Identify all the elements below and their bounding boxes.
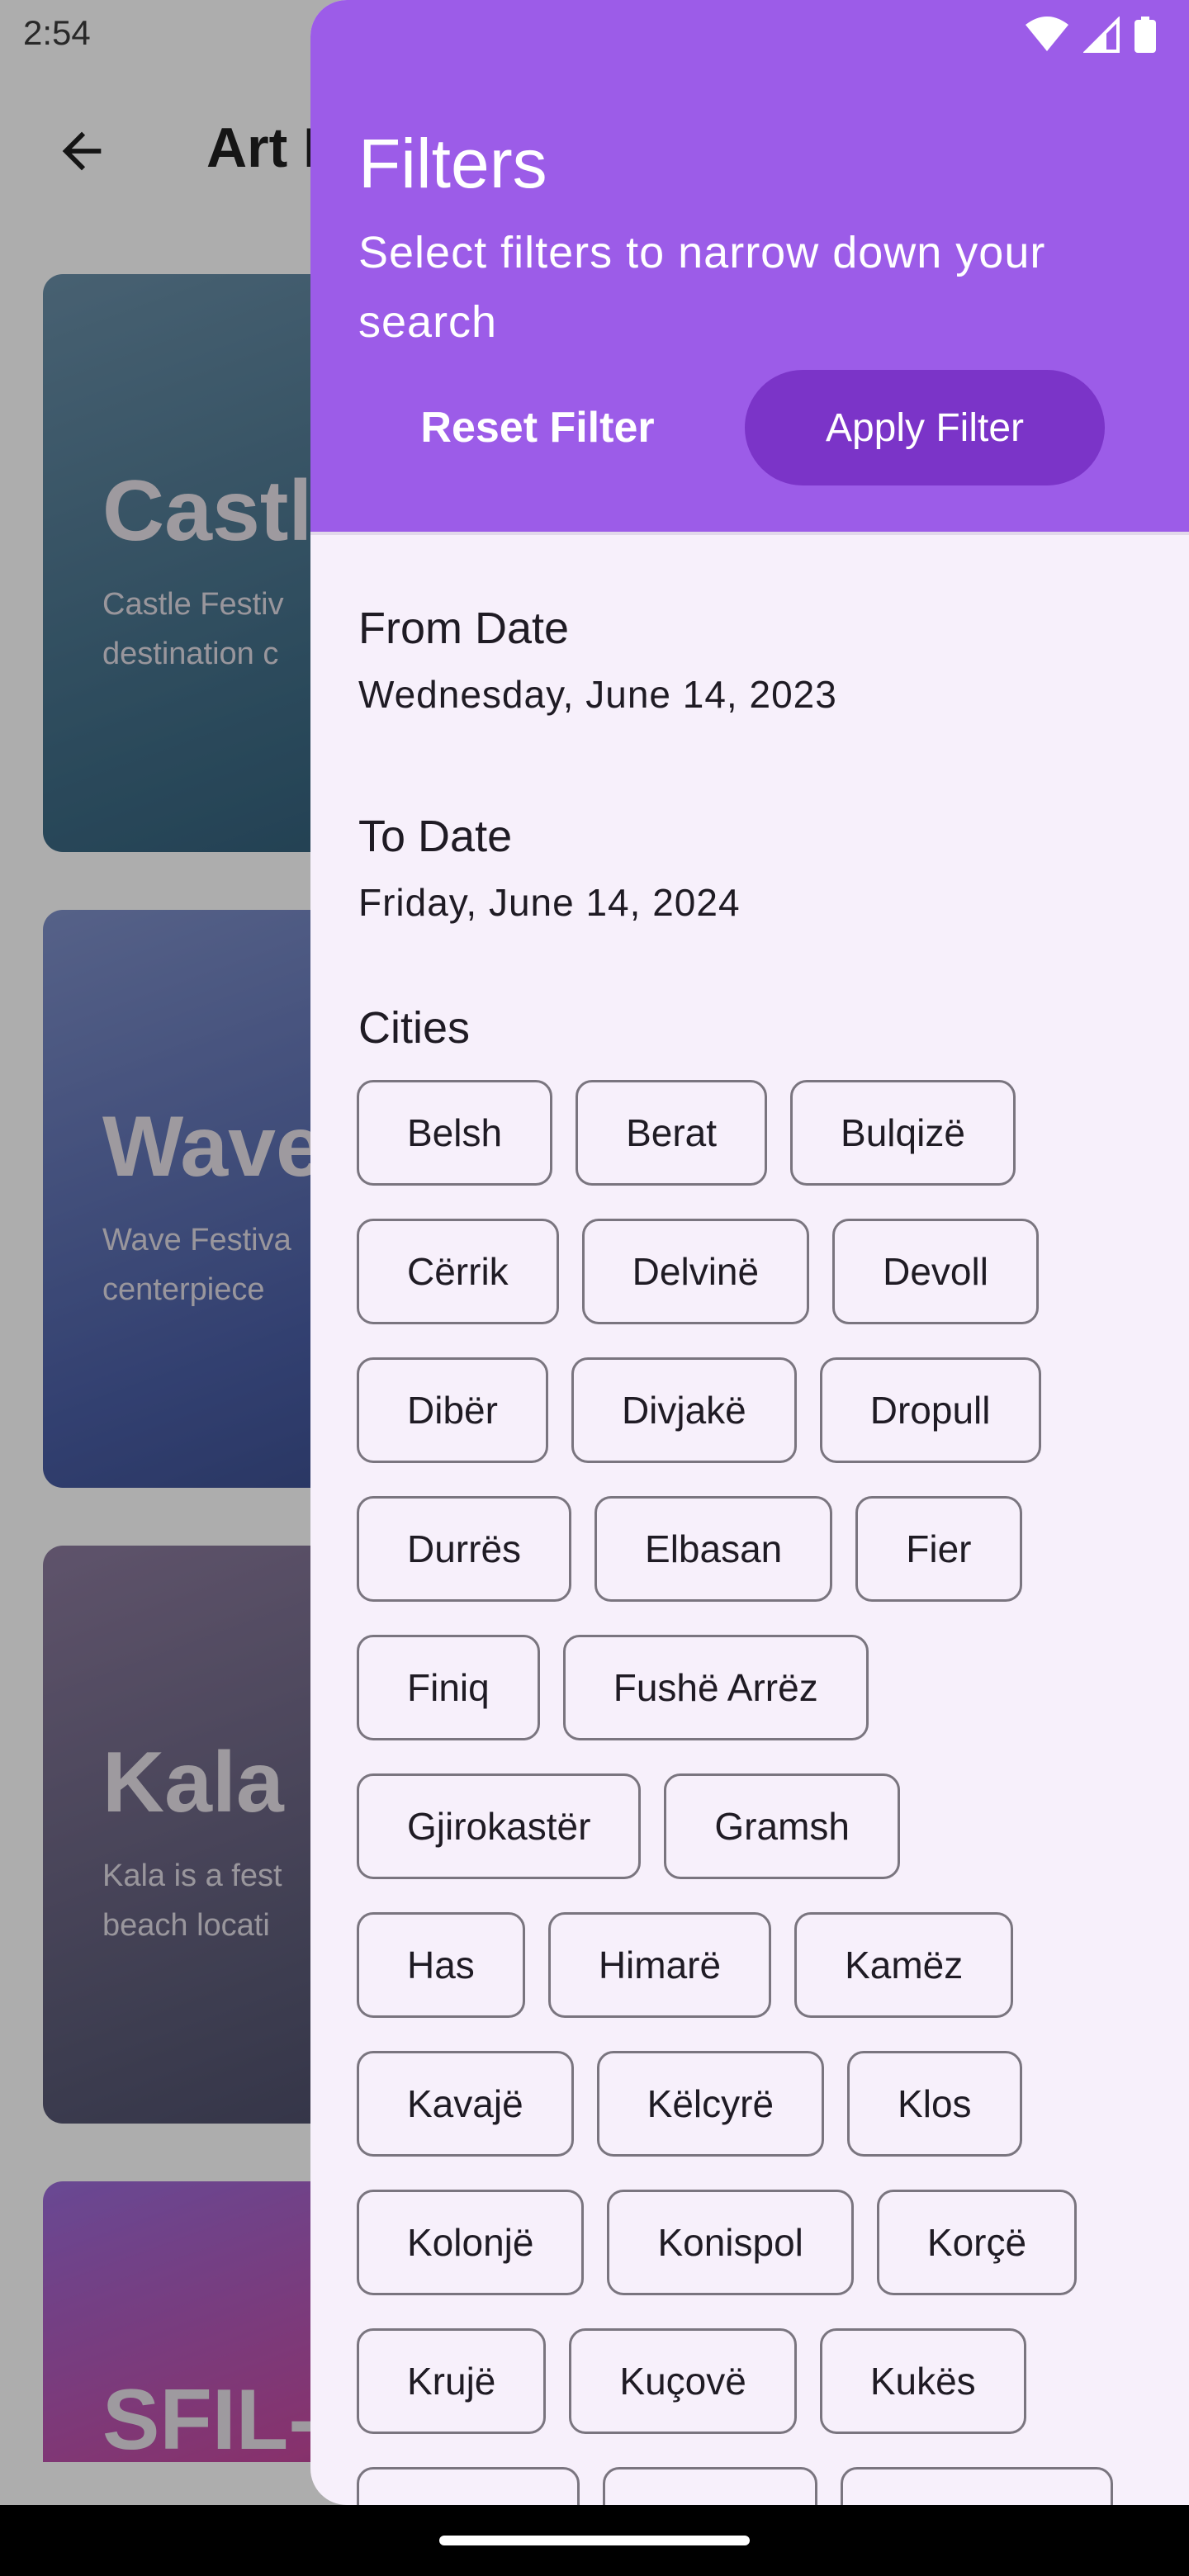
city-chip-row: Krujë Kuçovë Kukës [357,2328,1149,2437]
city-chip[interactable]: Divjakë [571,1357,797,1463]
city-chip-row: Kolonjë Konispol Korçë [357,2190,1149,2299]
city-chip[interactable]: Elbasan [594,1496,833,1602]
city-chip[interactable]: Berat [576,1080,768,1186]
drawer-title: Filters [358,125,547,202]
wifi-icon [1026,17,1068,51]
city-chip-row: Finiq Fushë Arrëz [357,1635,1149,1744]
divider [310,532,1189,535]
city-chip[interactable]: Këlcyrë [596,2051,825,2157]
city-chip[interactable]: Devoll [832,1219,1039,1324]
city-chip[interactable]: Gjirokastër [357,1773,642,1879]
city-chip-row: Durrës Elbasan Fier [357,1496,1149,1605]
to-date-value[interactable]: Friday, June 14, 2024 [358,880,741,925]
battery-icon [1135,17,1156,53]
city-chip[interactable]: Cërrik [357,1219,559,1324]
from-date-value[interactable]: Wednesday, June 14, 2023 [358,672,837,717]
city-chip[interactable]: Belsh [357,1080,553,1186]
apply-filter-button[interactable]: Apply Filter [745,370,1105,485]
city-chip[interactable] [841,2467,1113,2505]
city-chip[interactable]: Himarë [547,1912,772,2018]
city-chip[interactable]: Kolonjë [357,2190,585,2295]
city-chip[interactable]: Kuçovë [569,2328,797,2434]
city-chip[interactable]: Kukës [819,2328,1026,2434]
city-chip[interactable]: Konispol [607,2190,854,2295]
city-chip[interactable]: Delvinë [581,1219,810,1324]
city-chip-row: Belsh Berat Bulqizë [357,1080,1149,1189]
city-chip[interactable]: Finiq [357,1635,540,1740]
to-date-label: To Date [358,812,513,861]
city-chip[interactable] [357,2467,580,2505]
city-chip-row [357,2467,1149,2505]
city-chip[interactable]: Krujë [357,2328,547,2434]
city-chip-row: Dibër Divjakë Dropull [357,1357,1149,1466]
status-icons [1026,15,1156,54]
city-chip[interactable]: Dibër [357,1357,548,1463]
reset-filter-button[interactable]: Reset Filter [401,372,674,484]
city-chip-row: Cërrik Delvinë Devoll [357,1219,1149,1328]
cities-label: Cities [358,1003,471,1053]
drawer-header: Filters Select filters to narrow down yo… [310,0,1189,532]
city-chip[interactable]: Korçë [876,2190,1078,2295]
city-chip[interactable]: Bulqizë [790,1080,1016,1186]
home-handle[interactable] [439,2536,750,2545]
city-chip-row: Gjirokastër Gramsh [357,1773,1149,1882]
city-chip-row: Has Himarë Kamëz [357,1912,1149,2021]
filter-drawer: Filters Select filters to narrow down yo… [310,0,1189,2505]
from-date-label: From Date [358,604,570,653]
city-chip-group: Belsh Berat Bulqizë Cërrik Delvinë Devoll Dibë… [357,1080,1149,2505]
city-chip[interactable]: Klos [847,2051,1022,2157]
city-chip[interactable]: Fier [855,1496,1022,1602]
city-chip-row: Kavajë Këlcyrë Klos [357,2051,1149,2160]
city-chip[interactable]: Fushë Arrëz [562,1635,869,1740]
city-chip[interactable]: Has [357,1912,525,2018]
city-chip[interactable]: Durrës [357,1496,572,1602]
city-chip[interactable]: Kavajë [357,2051,574,2157]
screen: 2:54 Art F Castl Castle Festiv destinati… [0,0,1189,2576]
drawer-subtitle: Select filters to narrow down your searc… [358,228,1046,347]
city-chip[interactable]: Kamëz [794,1912,1014,2018]
signal-icon [1083,17,1120,53]
city-chip[interactable]: Dropull [819,1357,1041,1463]
city-chip[interactable]: Gramsh [664,1773,900,1879]
city-chip[interactable] [603,2467,817,2505]
